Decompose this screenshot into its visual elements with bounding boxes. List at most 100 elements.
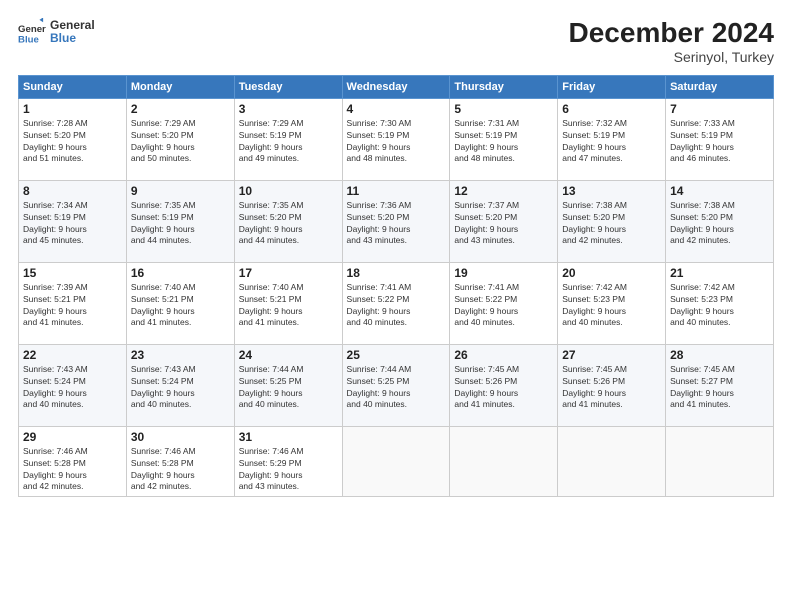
month-title: December 2024 [569,18,774,49]
calendar: Sunday Monday Tuesday Wednesday Thursday… [18,75,774,498]
day-info: Sunrise: 7:46 AMSunset: 5:28 PMDaylight:… [23,446,88,492]
day-info: Sunrise: 7:37 AMSunset: 5:20 PMDaylight:… [454,200,519,246]
day-info: Sunrise: 7:32 AMSunset: 5:19 PMDaylight:… [562,118,627,164]
col-sunday: Sunday [19,75,127,98]
day-number: 1 [23,102,122,116]
table-row: 29Sunrise: 7:46 AMSunset: 5:28 PMDayligh… [19,426,127,497]
table-row: 26 Sunrise: 7:45 AMSunset: 5:26 PMDayligh… [450,344,558,426]
table-row: 5 Sunrise: 7:31 AMSunset: 5:19 PMDaylight… [450,98,558,180]
day-number: 10 [239,184,338,198]
day-number: 12 [454,184,553,198]
day-info: Sunrise: 7:42 AMSunset: 5:23 PMDaylight:… [670,282,735,328]
day-number: 14 [670,184,769,198]
col-thursday: Thursday [450,75,558,98]
day-number: 2 [131,102,230,116]
day-number: 7 [670,102,769,116]
table-row: 3Sunrise: 7:29 AMSunset: 5:19 PMDaylight… [234,98,342,180]
table-row: 6 Sunrise: 7:32 AMSunset: 5:19 PMDaylight… [558,98,666,180]
table-row [558,426,666,497]
table-row: 22 Sunrise: 7:43 AMSunset: 5:24 PMDayligh… [19,344,127,426]
table-row: 14 Sunrise: 7:38 AMSunset: 5:20 PMDayligh… [666,180,774,262]
day-number: 30 [131,430,230,444]
day-number: 15 [23,266,122,280]
day-number: 31 [239,430,338,444]
table-row: 30 Sunrise: 7:46 AMSunset: 5:28 PMDayligh… [126,426,234,497]
day-info: Sunrise: 7:31 AMSunset: 5:19 PMDaylight:… [454,118,519,164]
day-number: 17 [239,266,338,280]
table-row: 20 Sunrise: 7:42 AMSunset: 5:23 PMDayligh… [558,262,666,344]
day-info: Sunrise: 7:29 AMSunset: 5:19 PMDaylight:… [239,118,304,164]
day-info: Sunrise: 7:35 AMSunset: 5:19 PMDaylight:… [131,200,196,246]
day-info: Sunrise: 7:43 AMSunset: 5:24 PMDaylight:… [23,364,88,410]
table-row: 21 Sunrise: 7:42 AMSunset: 5:23 PMDayligh… [666,262,774,344]
table-row: 27 Sunrise: 7:45 AMSunset: 5:26 PMDayligh… [558,344,666,426]
day-info: Sunrise: 7:39 AMSunset: 5:21 PMDaylight:… [23,282,88,328]
table-row: 25 Sunrise: 7:44 AMSunset: 5:25 PMDayligh… [342,344,450,426]
col-wednesday: Wednesday [342,75,450,98]
day-info: Sunrise: 7:29 AMSunset: 5:20 PMDaylight:… [131,118,196,164]
day-info: Sunrise: 7:41 AMSunset: 5:22 PMDaylight:… [347,282,412,328]
day-number: 16 [131,266,230,280]
col-saturday: Saturday [666,75,774,98]
day-number: 19 [454,266,553,280]
day-info: Sunrise: 7:34 AMSunset: 5:19 PMDaylight:… [23,200,88,246]
table-row: 12 Sunrise: 7:37 AMSunset: 5:20 PMDayligh… [450,180,558,262]
day-info: Sunrise: 7:42 AMSunset: 5:23 PMDaylight:… [562,282,627,328]
day-number: 13 [562,184,661,198]
table-row [450,426,558,497]
table-row: 28 Sunrise: 7:45 AMSunset: 5:27 PMDayligh… [666,344,774,426]
day-number: 9 [131,184,230,198]
day-info: Sunrise: 7:46 AMSunset: 5:28 PMDaylight:… [131,446,196,492]
day-number: 23 [131,348,230,362]
day-info: Sunrise: 7:33 AMSunset: 5:19 PMDaylight:… [670,118,735,164]
day-number: 22 [23,348,122,362]
day-number: 25 [347,348,446,362]
day-info: Sunrise: 7:38 AMSunset: 5:20 PMDaylight:… [670,200,735,246]
col-tuesday: Tuesday [234,75,342,98]
svg-text:Blue: Blue [18,35,39,46]
table-row: 24Sunrise: 7:44 AMSunset: 5:25 PMDayligh… [234,344,342,426]
logo-blue: Blue [50,32,95,45]
day-info: Sunrise: 7:44 AMSunset: 5:25 PMDaylight:… [347,364,412,410]
day-number: 8 [23,184,122,198]
table-row: 19Sunrise: 7:41 AMSunset: 5:22 PMDayligh… [450,262,558,344]
table-row: 17 Sunrise: 7:40 AMSunset: 5:21 PMDayligh… [234,262,342,344]
day-number: 5 [454,102,553,116]
day-number: 18 [347,266,446,280]
header: General Blue General Blue December 2024 … [18,18,774,65]
calendar-header-row: Sunday Monday Tuesday Wednesday Thursday… [19,75,774,98]
table-row: 10 Sunrise: 7:35 AMSunset: 5:20 PMDayligh… [234,180,342,262]
day-number: 28 [670,348,769,362]
col-monday: Monday [126,75,234,98]
day-info: Sunrise: 7:45 AMSunset: 5:26 PMDaylight:… [562,364,627,410]
day-info: Sunrise: 7:30 AMSunset: 5:19 PMDaylight:… [347,118,412,164]
day-number: 6 [562,102,661,116]
table-row: 31Sunrise: 7:46 AMSunset: 5:29 PMDayligh… [234,426,342,497]
logo: General Blue General Blue [18,18,95,46]
table-row: 1 Sunrise: 7:28 AMSunset: 5:20 PMDaylight… [19,98,127,180]
day-info: Sunrise: 7:40 AMSunset: 5:21 PMDaylight:… [239,282,304,328]
table-row: 18 Sunrise: 7:41 AMSunset: 5:22 PMDayligh… [342,262,450,344]
col-friday: Friday [558,75,666,98]
svg-text:General: General [18,24,46,35]
title-block: December 2024 Serinyol, Turkey [569,18,774,65]
table-row: 13Sunrise: 7:38 AMSunset: 5:20 PMDayligh… [558,180,666,262]
day-info: Sunrise: 7:35 AMSunset: 5:20 PMDaylight:… [239,200,304,246]
day-info: Sunrise: 7:28 AMSunset: 5:20 PMDaylight:… [23,118,88,164]
table-row: 7 Sunrise: 7:33 AMSunset: 5:19 PMDaylight… [666,98,774,180]
table-row [666,426,774,497]
day-info: Sunrise: 7:45 AMSunset: 5:27 PMDaylight:… [670,364,735,410]
day-number: 21 [670,266,769,280]
day-number: 4 [347,102,446,116]
day-info: Sunrise: 7:45 AMSunset: 5:26 PMDaylight:… [454,364,519,410]
day-info: Sunrise: 7:44 AMSunset: 5:25 PMDaylight:… [239,364,304,410]
table-row: 4 Sunrise: 7:30 AMSunset: 5:19 PMDaylight… [342,98,450,180]
day-number: 27 [562,348,661,362]
day-info: Sunrise: 7:40 AMSunset: 5:21 PMDaylight:… [131,282,196,328]
day-info: Sunrise: 7:43 AMSunset: 5:24 PMDaylight:… [131,364,196,410]
table-row: 16 Sunrise: 7:40 AMSunset: 5:21 PMDayligh… [126,262,234,344]
day-number: 26 [454,348,553,362]
day-number: 20 [562,266,661,280]
location: Serinyol, Turkey [569,49,774,65]
table-row: 23 Sunrise: 7:43 AMSunset: 5:24 PMDayligh… [126,344,234,426]
